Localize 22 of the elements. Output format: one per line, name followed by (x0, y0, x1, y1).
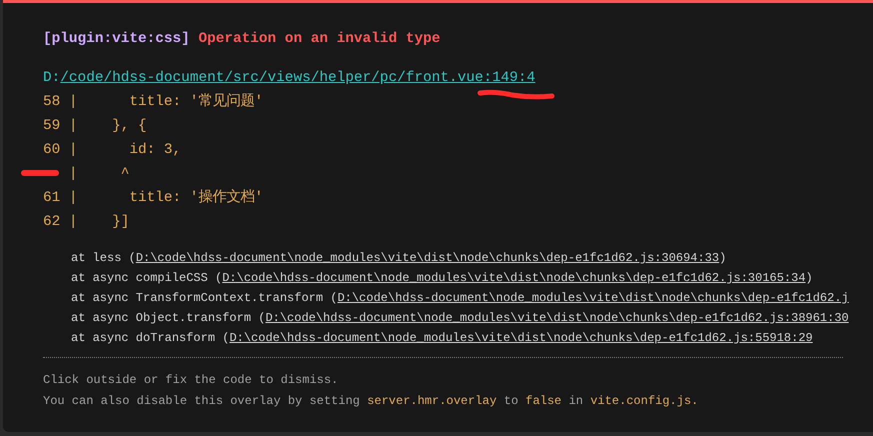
code-line: 60 | id: 3, (43, 141, 182, 160)
stack-line: at async compileCSS (D:\code\hdss-document\node_modules\vite\dist\node\chunks\dep-e1fc1d62.js:30165:34) (71, 270, 814, 287)
stack-line: at less (D:\code\hdss-document\node_modules\vite\dist\node\chunks\dep-e1fc1d62.js:30694:33) (71, 250, 728, 267)
marker-stroke (20, 168, 60, 178)
error-title: [plugin:vite:css] Operation on an invalid type (43, 30, 442, 49)
overlay-hint: You can also disable this overlay by setting server.hmr.overlay to false in vite.config.js. (43, 393, 700, 410)
file-link[interactable]: D:\code\hdss-document\node_modules\vite\dist\node\chunks\dep-e1fc1d62.js:55918:29 (229, 331, 813, 345)
stack-line: at async Object.transform (D:\code\hdss-document\node_modules\vite\dist\node\chunks\dep-e1fc1d62.js:38961:30 (71, 310, 850, 327)
code-line: 62 | }] (43, 213, 130, 232)
file-link[interactable]: D:\code\hdss-document\node_modules\vite\dist\node\chunks\dep-e1fc1d62.js:30165:34 (222, 271, 806, 285)
dismiss-hint: Click outside or fix the code to dismiss. (43, 372, 340, 389)
file-link[interactable]: D:\code\hdss-document\node_modules\vite\dist\node\chunks\dep-e1fc1d62.js:30694:33 (136, 251, 720, 265)
code-line: 59 | }, { (43, 117, 147, 136)
file-link[interactable]: D:\code\hdss-document\node_modules\vite\dist\node\chunks\dep-e1fc1d62.j (337, 291, 849, 305)
stack-line: at async doTransform (D:\code\hdss-document\node_modules\vite\dist\node\chunks\dep-e1fc1d62.js:55918:29 (71, 330, 814, 347)
code-line: 58 | title: '常见问题' (43, 92, 264, 112)
drive-label: D: (43, 69, 60, 88)
stack-line: at async TransformContext.transform (D:\code\hdss-document\node_modules\vite\dist\node\chunks\dep-e1fc1d62.j (71, 290, 850, 307)
code-line: 61 | title: '操作文档' (43, 188, 264, 208)
file-link[interactable]: D:\code\hdss-document\node_modules\vite\dist\node\chunks\dep-e1fc1d62.js:38961:30 (265, 311, 849, 325)
file-link[interactable]: /code/hdss-document/src/views/helper/pc/front.vue:149:4 (60, 68, 536, 88)
code-line: | ^ (68, 165, 130, 184)
